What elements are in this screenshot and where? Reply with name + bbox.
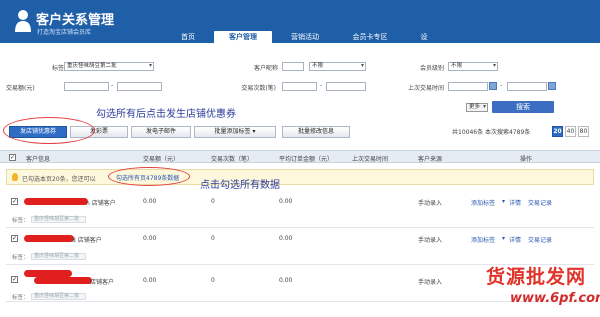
chevron-down-icon[interactable]: ▾ — [502, 198, 505, 205]
count-cell: 0 — [211, 277, 215, 284]
redacted-name — [24, 235, 74, 242]
redacted-name — [34, 277, 92, 284]
col-customer: 客户信息 — [26, 156, 51, 163]
customer-name: n 店铺客户 — [86, 200, 116, 207]
avg-cell: 0.00 — [279, 277, 293, 284]
app-title: 客户关系管理 — [36, 13, 115, 28]
amount-max-input[interactable] — [117, 82, 162, 91]
amount-label: 交易额(元) — [6, 85, 35, 92]
redacted-name — [24, 270, 72, 277]
table-row: ✓ n 店铺客户 0.00 0 0.00 手动录入 添加标签 ▾ 详情 交易记录… — [6, 192, 594, 228]
calendar-icon[interactable] — [548, 82, 556, 90]
row-checkbox[interactable]: ✓ — [11, 276, 18, 283]
selection-notice: 已勾选本页20条，您还可以 — [6, 169, 594, 185]
redacted-name — [24, 198, 88, 205]
watermark-url: www.6pf.com — [510, 291, 600, 306]
table-row: ✓ 8 店铺客户 0.00 0 0.00 手动录入 添加标签 ▾ 详情 交易记录… — [6, 229, 594, 265]
page-size-20[interactable]: 20 — [552, 126, 563, 137]
calendar-icon[interactable] — [489, 82, 497, 90]
col-last-trade: 上次交易时间 — [352, 156, 389, 163]
tag-chip: 重庆怪味胡豆第二批 — [31, 216, 86, 223]
tag-label: 标签 — [51, 65, 64, 72]
customer-name: 8 店铺客户 — [72, 237, 102, 244]
send-email-button[interactable]: 发电子邮件 — [131, 126, 191, 138]
tag-chip: 重庆怪味胡豆第二批 — [31, 253, 86, 260]
select-all-checkbox[interactable]: ✓ — [9, 154, 16, 161]
chevron-down-icon[interactable]: ▾ — [502, 235, 505, 242]
tag-label: 标签： — [12, 255, 29, 261]
nickname-label: 客户昵称 — [253, 65, 278, 72]
col-source: 客户来源 — [418, 156, 443, 163]
avg-cell: 0.00 — [279, 235, 293, 242]
annotation-circle-coupon — [3, 117, 95, 144]
lightbulb-icon — [12, 173, 18, 181]
col-avg: 平均订单金额（元） — [279, 156, 334, 163]
notice-text: 已勾选本页20条，您还可以 — [22, 176, 96, 183]
table-header: ✓ 客户信息 交易额（元） 交易次数（笔） 平均订单金额（元） 上次交易时间 客… — [0, 150, 600, 163]
detail-link[interactable]: 详情 — [509, 235, 521, 244]
batch-edit-button[interactable]: 批量修改信息 — [282, 126, 350, 138]
nav-home[interactable]: 首页 — [168, 31, 208, 43]
watermark-brand: 货源批发网 — [486, 266, 587, 288]
nav-settings[interactable]: 设 — [416, 31, 432, 43]
tag-chip: 重庆怪味胡豆第二批 — [31, 293, 86, 300]
source-cell: 手动录入 — [418, 200, 443, 207]
tag-label: 标签： — [12, 295, 29, 301]
add-tag-link[interactable]: 添加标签 — [471, 235, 495, 244]
nav-marketing[interactable]: 营销活动 — [280, 31, 330, 43]
detail-link[interactable]: 详情 — [509, 198, 521, 207]
count-cell: 0 — [211, 198, 215, 205]
annotation-hint-top: 勾选所有后点击发生店铺优惠券 — [96, 109, 236, 120]
nav-customer-management[interactable]: 客户管理 — [214, 31, 272, 43]
page-size-40[interactable]: 40 — [565, 126, 576, 137]
page-size-80[interactable]: 80 — [578, 126, 589, 137]
last-trade-to-input[interactable] — [507, 82, 547, 91]
col-count: 交易次数（笔） — [211, 156, 254, 163]
annotation-circle-select-all — [108, 167, 190, 186]
count-max-input[interactable] — [326, 82, 366, 91]
customer-name: 店铺客户 — [90, 279, 115, 286]
app-header: 客户关系管理 打造淘宝店铺会员库 首页 客户管理 营销活动 会员卡专区 设 — [0, 0, 600, 43]
nickname-input[interactable] — [282, 62, 304, 71]
more-filters-button[interactable]: 更多 — [466, 103, 488, 112]
row-checkbox[interactable]: ✓ — [11, 235, 18, 242]
add-tag-link[interactable]: 添加标签 — [471, 198, 495, 207]
tag-label: 标签： — [12, 218, 29, 224]
source-cell: 手动录入 — [418, 279, 443, 286]
trade-history-link[interactable]: 交易记录 — [528, 235, 552, 244]
source-cell: 手动录入 — [418, 237, 443, 244]
amount-cell: 0.00 — [143, 235, 157, 242]
count-min-input[interactable] — [282, 82, 317, 91]
count-cell: 0 — [211, 235, 215, 242]
result-count: 共10046条 本次搜索4789条 — [452, 129, 531, 136]
amount-min-input[interactable] — [64, 82, 109, 91]
search-button[interactable]: 搜索 — [492, 101, 554, 113]
batch-add-tag-button[interactable]: 批量添加标签 — [194, 126, 276, 138]
nav-member-card[interactable]: 会员卡专区 — [340, 31, 400, 43]
avg-cell: 0.00 — [279, 198, 293, 205]
user-logo-icon — [15, 10, 31, 32]
row-checkbox[interactable]: ✓ — [11, 198, 18, 205]
member-level-label: 会员级别 — [419, 65, 444, 72]
nickname-match-select[interactable]: 不限 — [309, 62, 366, 71]
trade-history-link[interactable]: 交易记录 — [528, 198, 552, 207]
tag-select[interactable]: 重庆怪味胡豆第二批 — [64, 62, 154, 71]
last-trade-label: 上次交易时间 — [407, 85, 444, 92]
annotation-hint-middle: 点击勾选所有数据 — [200, 180, 280, 191]
trade-count-label: 交易次数(笔) — [241, 85, 276, 92]
member-level-select[interactable]: 不限 — [448, 62, 498, 71]
amount-cell: 0.00 — [143, 277, 157, 284]
amount-cell: 0.00 — [143, 198, 157, 205]
col-actions: 操作 — [520, 156, 533, 163]
app-subtitle: 打造淘宝店铺会员库 — [37, 29, 92, 36]
col-amount: 交易额（元） — [143, 156, 180, 163]
last-trade-from-input[interactable] — [448, 82, 488, 91]
